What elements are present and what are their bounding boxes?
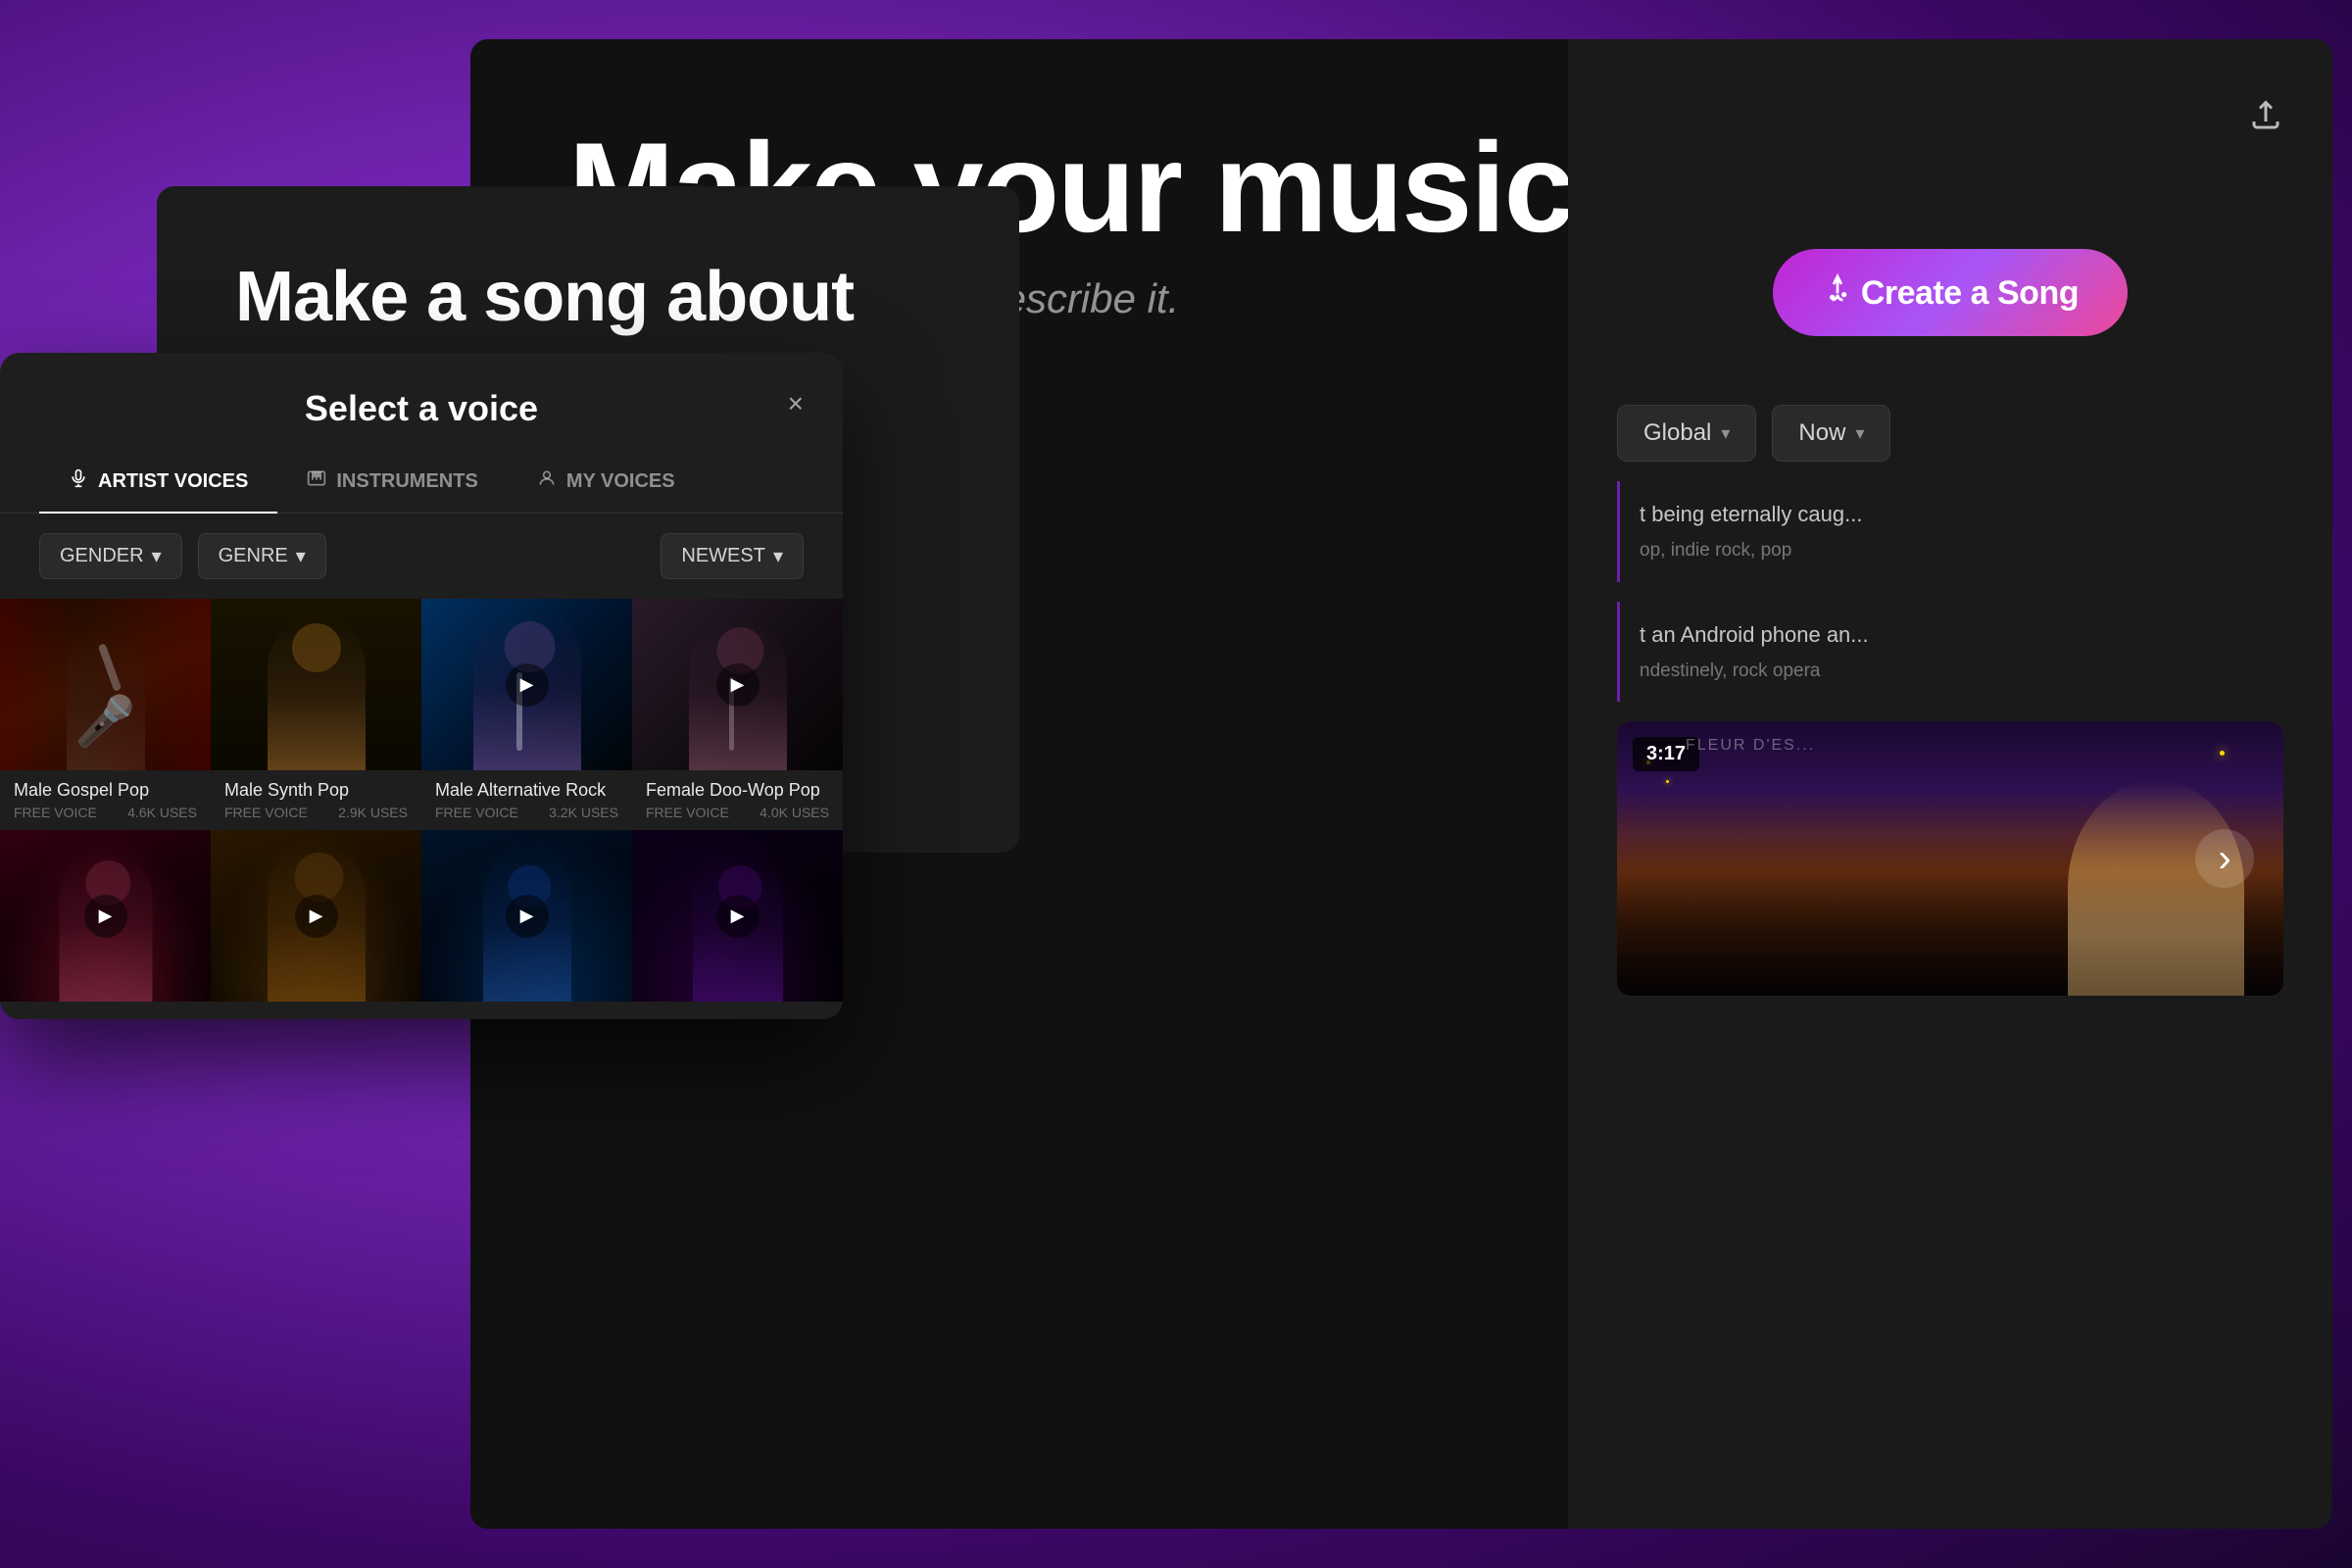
right-panel: Create a Song Global ▾ Now ▾ t being ete… <box>1568 39 2332 1529</box>
tab-instruments[interactable]: INSTRUMENTS <box>277 455 507 514</box>
song-nav-arrow[interactable]: › <box>2195 829 2254 888</box>
scope-filters: Global ▾ Now ▾ <box>1617 405 2283 462</box>
voice-card-2-uses: 2.9K USES <box>338 805 408 820</box>
voice-card-6-info <box>211 1002 421 1019</box>
time-filter-button[interactable]: Now ▾ <box>1772 405 1890 462</box>
voice-card-4-meta: FREE VOICE 4.0K USES <box>646 805 829 820</box>
voice-card-6[interactable]: ▶ <box>211 830 421 1019</box>
gender-label: GENDER <box>60 545 144 567</box>
voice-card-1-uses: 4.6K USES <box>127 805 197 820</box>
scope-chevron: ▾ <box>1721 423 1730 444</box>
play-button-3[interactable]: ▶ <box>506 663 549 707</box>
voice-card-2-meta: FREE VOICE 2.9K USES <box>224 805 408 820</box>
voice-card-1-type: FREE VOICE <box>14 805 97 820</box>
play-button-8[interactable]: ▶ <box>716 895 760 938</box>
fleur-label: FLEUR D'ES... <box>1686 737 1815 755</box>
voice-card-3-meta: FREE VOICE 3.2K USES <box>435 805 618 820</box>
right-topbar <box>1617 78 2283 180</box>
genre-filter[interactable]: GENRE ▾ <box>198 533 326 579</box>
genre-label: GENRE <box>219 545 288 567</box>
trending-text-2: t an Android phone an...ndestinely, rock… <box>1640 617 2264 687</box>
voice-card-3-name: Male Alternative Rock <box>435 780 618 801</box>
play-button-6[interactable]: ▶ <box>295 895 338 938</box>
piano-tab-icon <box>307 468 326 494</box>
song-card-image: 3:17 FLEUR D'ES... FOGGY READY <box>1617 721 2283 996</box>
modal-close-button[interactable]: × <box>788 388 804 419</box>
share-icon[interactable] <box>2248 98 2283 141</box>
tab-artist-voices[interactable]: ARTIST VOICES <box>39 455 277 514</box>
song-card[interactable]: 3:17 FLEUR D'ES... FOGGY READY › <box>1617 721 2283 996</box>
time-chevron: ▾ <box>1855 423 1864 444</box>
genre-chevron: ▾ <box>296 544 306 568</box>
voice-card-2-info: Male Synth Pop FREE VOICE 2.9K USES <box>211 770 421 830</box>
mic-tab-icon <box>69 468 88 494</box>
voice-card-1-name: Male Gospel Pop <box>14 780 197 801</box>
play-button-7[interactable]: ▶ <box>506 895 549 938</box>
voice-card-7[interactable]: ▶ <box>421 830 632 1019</box>
create-song-label: Create a Song <box>1861 274 2079 312</box>
tab-artist-voices-label: ARTIST VOICES <box>98 470 248 493</box>
tab-instruments-label: INSTRUMENTS <box>336 470 477 493</box>
play-button-4[interactable]: ▶ <box>716 663 760 707</box>
voice-card-3-uses: 3.2K USES <box>549 805 618 820</box>
sort-label: NEWEST <box>681 545 765 567</box>
voice-card-4-name: Female Doo-Wop Pop <box>646 780 829 801</box>
voice-card-2-type: FREE VOICE <box>224 805 308 820</box>
trending-item-2: t an Android phone an...ndestinely, rock… <box>1617 602 2283 703</box>
voice-card-1-meta: FREE VOICE 4.6K USES <box>14 805 197 820</box>
voice-card-4-type: FREE VOICE <box>646 805 729 820</box>
voice-card-4-info: Female Doo-Wop Pop FREE VOICE 4.0K USES <box>632 770 843 830</box>
person-tab-icon <box>537 468 557 494</box>
voice-card-3-info: Male Alternative Rock FREE VOICE 3.2K US… <box>421 770 632 830</box>
scope-filter-button[interactable]: Global ▾ <box>1617 405 1756 462</box>
music-icon <box>1822 278 1861 311</box>
voice-card-5-info <box>0 1002 211 1019</box>
voice-card-4[interactable]: ▶ Female Doo-Wop Pop FREE VOICE 4.0K USE… <box>632 599 843 830</box>
select-voice-modal: Select a voice × ARTIST VOICES <box>0 353 843 1019</box>
voice-card-7-info <box>421 1002 632 1019</box>
modal-filters: GENDER ▾ GENRE ▾ NEWEST ▾ <box>0 514 843 599</box>
sort-chevron: ▾ <box>773 544 783 568</box>
voice-card-5[interactable]: ▶ <box>0 830 211 1019</box>
voice-card-2-name: Male Synth Pop <box>224 780 408 801</box>
scope-label: Global <box>1643 419 1711 447</box>
tab-my-voices-label: MY VOICES <box>566 470 675 493</box>
tab-bar: ARTIST VOICES INSTRUMENTS <box>0 429 843 514</box>
voice-card-8[interactable]: ▶ <box>632 830 843 1019</box>
trending-item-1: t being eternally caug...op, indie rock,… <box>1617 481 2283 582</box>
create-song-button[interactable]: Create a Song <box>1773 249 2128 336</box>
gender-filter[interactable]: GENDER ▾ <box>39 533 182 579</box>
sort-filter[interactable]: NEWEST ▾ <box>661 533 804 579</box>
voice-card-4-uses: 4.0K USES <box>760 805 829 820</box>
voice-grid-row1: Male Gospel Pop FREE VOICE 4.6K USES Mal… <box>0 599 843 830</box>
voice-card-2[interactable]: Male Synth Pop FREE VOICE 2.9K USES <box>211 599 421 830</box>
modal-title: Select a voice <box>305 388 538 429</box>
voice-grid-row2: ▶ ▶ ▶ <box>0 830 843 1019</box>
voice-card-8-info <box>632 1002 843 1019</box>
time-label: Now <box>1798 419 1845 447</box>
voice-card-1-info: Male Gospel Pop FREE VOICE 4.6K USES <box>0 770 211 830</box>
trending-text-1: t being eternally caug...op, indie rock,… <box>1640 497 2264 566</box>
tab-my-voices[interactable]: MY VOICES <box>508 455 705 514</box>
modal-header: Select a voice × <box>0 353 843 429</box>
voice-card-3-type: FREE VOICE <box>435 805 518 820</box>
play-button-5[interactable]: ▶ <box>84 895 127 938</box>
voice-card-3[interactable]: ▶ Male Alternative Rock FREE VOICE 3.2K … <box>421 599 632 830</box>
voice-card-1[interactable]: Male Gospel Pop FREE VOICE 4.6K USES <box>0 599 211 830</box>
gender-chevron: ▾ <box>152 544 162 568</box>
